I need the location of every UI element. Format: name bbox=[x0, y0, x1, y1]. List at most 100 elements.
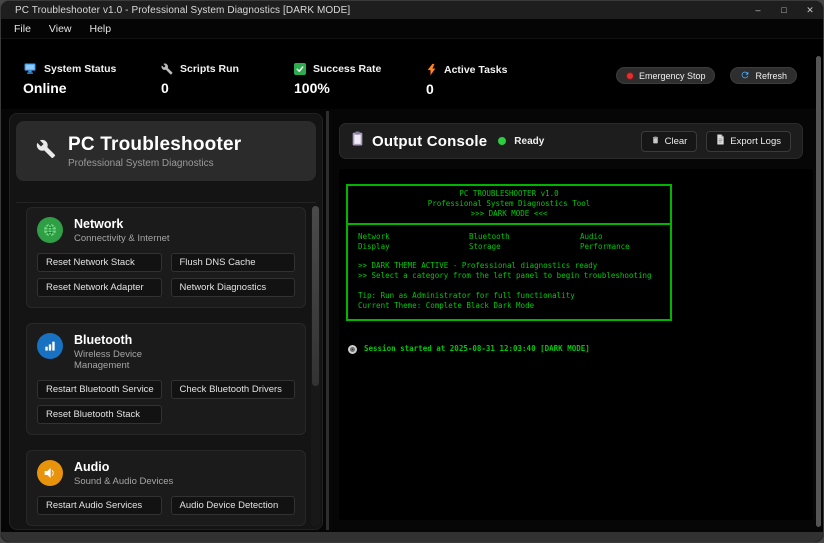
audio-device-detection-button[interactable]: Audio Device Detection bbox=[171, 496, 296, 515]
minimize-button[interactable]: – bbox=[745, 1, 771, 19]
category-list: Network Connectivity & Internet Reset Ne… bbox=[16, 202, 316, 529]
app-title: PC Troubleshooter bbox=[68, 134, 241, 156]
menu-bar: File View Help bbox=[1, 19, 823, 39]
sidebar-panel: PC Troubleshooter Professional System Di… bbox=[9, 113, 323, 530]
section-title: Bluetooth bbox=[74, 333, 184, 347]
bolt-icon bbox=[426, 63, 437, 76]
category-cell: Audio bbox=[580, 232, 660, 242]
check-bluetooth-drivers-button[interactable]: Check Bluetooth Drivers bbox=[171, 380, 296, 399]
stat-value: 0 bbox=[161, 80, 239, 96]
app-window: PC Troubleshooter v1.0 - Professional Sy… bbox=[0, 0, 824, 543]
clear-button[interactable]: Clear bbox=[641, 131, 698, 152]
document-icon bbox=[716, 134, 725, 148]
banner-body-box: Network Bluetooth Audio Display Storage … bbox=[346, 223, 672, 321]
app-header-card: PC Troubleshooter Professional System Di… bbox=[16, 121, 316, 181]
emergency-stop-button[interactable]: Emergency Stop bbox=[616, 67, 716, 84]
console-tip: Current Theme: Complete Black Dark Mode bbox=[358, 301, 660, 311]
stat-active-tasks: Active Tasks 0 bbox=[426, 63, 507, 97]
category-cell: Network bbox=[358, 232, 469, 242]
network-diagnostics-button[interactable]: Network Diagnostics bbox=[171, 278, 296, 297]
stat-scripts-run: Scripts Run 0 bbox=[161, 63, 239, 96]
signal-bars-icon bbox=[37, 333, 63, 359]
console-panel: Output Console Ready Clear Export L bbox=[337, 109, 815, 532]
stat-label: Success Rate bbox=[313, 63, 381, 75]
banner-title-box: PC TROUBLESHOOTER v1.0 Professional Syst… bbox=[346, 184, 672, 225]
console-header: Output Console Ready Clear Export L bbox=[339, 123, 803, 159]
category-cell: Bluetooth bbox=[469, 232, 580, 242]
section-title: Audio bbox=[74, 460, 173, 474]
reset-network-stack-button[interactable]: Reset Network Stack bbox=[37, 253, 162, 272]
window-title: PC Troubleshooter v1.0 - Professional Sy… bbox=[1, 5, 350, 16]
reset-bluetooth-stack-button[interactable]: Reset Bluetooth Stack bbox=[37, 405, 162, 424]
menu-help[interactable]: Help bbox=[81, 19, 121, 39]
session-text: Session started at 2025-08-31 12:03:40 [… bbox=[364, 344, 590, 354]
console-message: >> Select a category from the left panel… bbox=[358, 271, 660, 281]
reset-network-adapter-button[interactable]: Reset Network Adapter bbox=[37, 278, 162, 297]
title-bar: PC Troubleshooter v1.0 - Professional Sy… bbox=[1, 1, 823, 19]
category-cell: Display bbox=[358, 242, 469, 252]
category-row: Network Bluetooth Audio bbox=[358, 232, 660, 242]
menu-view[interactable]: View bbox=[40, 19, 81, 39]
console-banner: PC TROUBLESHOOTER v1.0 Professional Syst… bbox=[346, 184, 672, 321]
stat-value: 0 bbox=[426, 81, 507, 97]
sidebar-scrollbar[interactable] bbox=[311, 206, 320, 527]
bluetooth-section-card: Bluetooth Wireless Device Management Res… bbox=[26, 323, 306, 435]
flush-dns-cache-button[interactable]: Flush DNS Cache bbox=[171, 253, 296, 272]
clear-label: Clear bbox=[665, 136, 688, 147]
speaker-icon bbox=[37, 460, 63, 486]
trash-icon bbox=[651, 135, 660, 148]
stats-bar: System Status Online Scripts Run 0 Succe… bbox=[1, 39, 823, 109]
section-subtitle: Sound & Audio Devices bbox=[74, 476, 173, 487]
refresh-label: Refresh bbox=[755, 71, 787, 81]
sidebar-scrollbar-thumb[interactable] bbox=[312, 206, 319, 386]
restart-audio-services-button[interactable]: Restart Audio Services bbox=[37, 496, 162, 515]
monitor-icon bbox=[23, 63, 37, 75]
category-cell: Storage bbox=[469, 242, 580, 252]
console-output: PC TROUBLESHOOTER v1.0 Professional Syst… bbox=[339, 169, 813, 520]
panel-splitter[interactable] bbox=[326, 111, 329, 530]
section-subtitle: Wireless Device Management bbox=[74, 349, 184, 371]
refresh-button[interactable]: Refresh bbox=[730, 67, 797, 84]
banner-line: Professional System Diagnostics Tool bbox=[348, 199, 670, 209]
record-icon bbox=[348, 345, 357, 354]
main-area: PC Troubleshooter Professional System Di… bbox=[1, 109, 823, 532]
export-logs-button[interactable]: Export Logs bbox=[706, 131, 791, 152]
console-title: Output Console bbox=[372, 133, 487, 150]
stat-label: System Status bbox=[44, 63, 116, 75]
audio-section-card: Audio Sound & Audio Devices Restart Audi… bbox=[26, 450, 306, 526]
category-cell: Performance bbox=[580, 242, 660, 252]
console-message: >> DARK THEME ACTIVE - Professional diag… bbox=[358, 261, 660, 271]
clipboard-icon bbox=[351, 131, 364, 151]
stat-label: Scripts Run bbox=[180, 63, 239, 75]
emergency-stop-label: Emergency Stop bbox=[639, 71, 706, 81]
console-tip: Tip: Run as Administrator for full funct… bbox=[358, 291, 660, 301]
close-button[interactable]: ✕ bbox=[797, 1, 823, 19]
stat-success-rate: Success Rate 100% bbox=[294, 63, 381, 96]
network-section-card: Network Connectivity & Internet Reset Ne… bbox=[26, 207, 306, 308]
restart-bluetooth-service-button[interactable]: Restart Bluetooth Service bbox=[37, 380, 162, 399]
session-log-line: Session started at 2025-08-31 12:03:40 [… bbox=[348, 344, 813, 354]
banner-line: >>> DARK MODE <<< bbox=[348, 209, 670, 219]
section-subtitle: Connectivity & Internet bbox=[74, 233, 170, 244]
category-row: Display Storage Performance bbox=[358, 242, 660, 252]
stat-value: 100% bbox=[294, 80, 381, 96]
stop-circle-icon bbox=[626, 72, 634, 80]
menu-file[interactable]: File bbox=[5, 19, 40, 39]
status-dot-icon bbox=[498, 137, 506, 145]
export-logs-label: Export Logs bbox=[730, 136, 781, 147]
banner-line: PC TROUBLESHOOTER v1.0 bbox=[348, 189, 670, 199]
app-subtitle: Professional System Diagnostics bbox=[68, 158, 241, 169]
window-bottom-frame bbox=[1, 532, 823, 542]
wrench-icon bbox=[36, 139, 56, 164]
globe-icon bbox=[37, 217, 63, 243]
stat-label: Active Tasks bbox=[444, 64, 507, 76]
window-controls: – □ ✕ bbox=[745, 1, 823, 19]
window-scrollbar[interactable] bbox=[816, 56, 821, 527]
check-icon bbox=[294, 63, 306, 75]
console-status: Ready bbox=[514, 136, 544, 147]
wrench-icon bbox=[161, 63, 173, 75]
stat-value: Online bbox=[23, 80, 116, 96]
refresh-icon bbox=[740, 70, 750, 82]
section-title: Network bbox=[74, 217, 170, 231]
maximize-button[interactable]: □ bbox=[771, 1, 797, 19]
